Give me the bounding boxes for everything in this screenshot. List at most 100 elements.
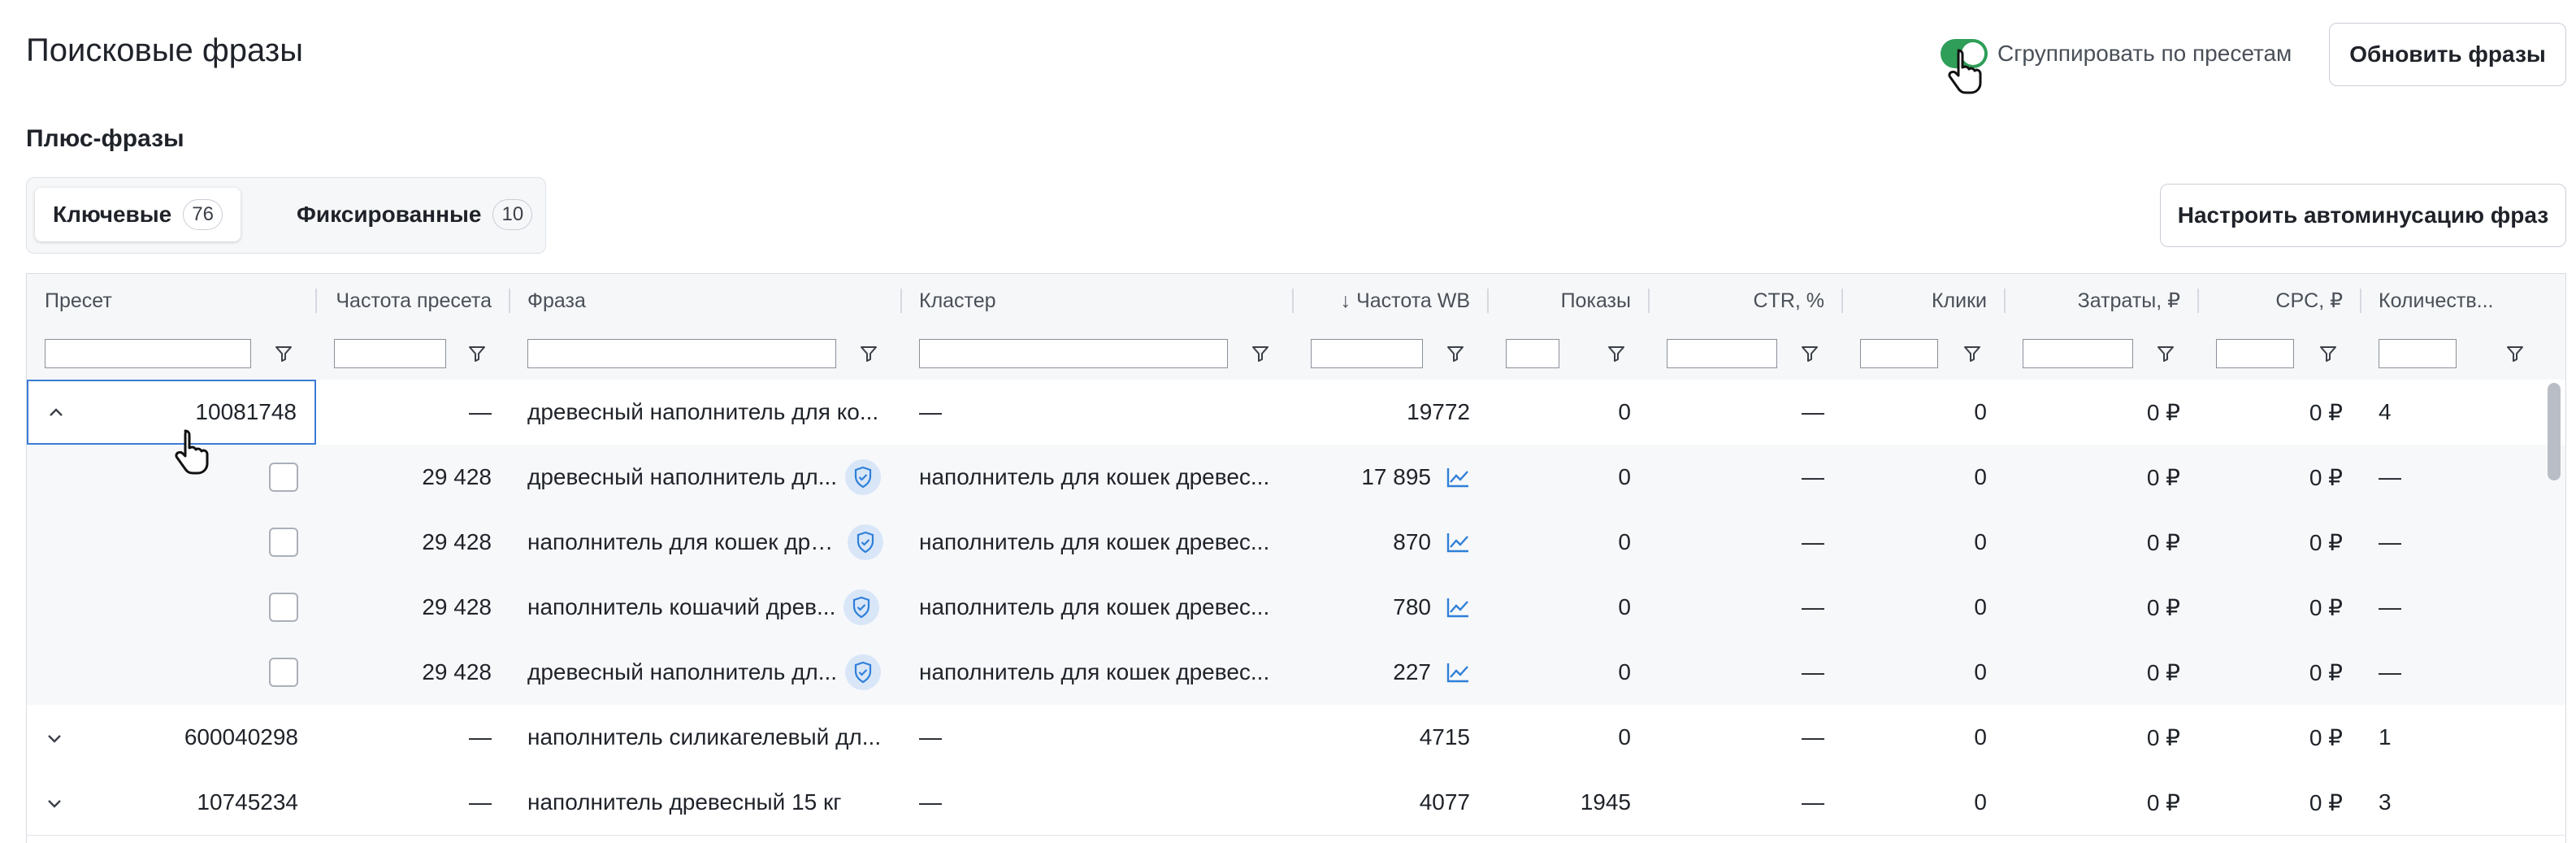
- filter-funnel-icon[interactable]: [2156, 344, 2175, 363]
- column-header-phrase[interactable]: Фраза: [510, 274, 901, 328]
- preset-id: 10081748: [195, 399, 297, 424]
- cell-cpc: 0 ₽: [2198, 705, 2361, 770]
- refresh-phrases-button[interactable]: Обновить фразы: [2329, 23, 2566, 86]
- column-separator[interactable]: [2004, 289, 2006, 313]
- cell-text: —: [1802, 529, 1824, 554]
- table-row[interactable]: 600040298 — наполнитель силикагелевый дл..…: [27, 705, 2565, 771]
- cell-cost: 0 ₽: [2005, 510, 2198, 575]
- column-separator[interactable]: [1292, 289, 1294, 313]
- filter-funnel-icon[interactable]: [2318, 344, 2338, 363]
- filter-funnel-icon[interactable]: [1962, 344, 1982, 363]
- row-checkbox[interactable]: [269, 593, 298, 622]
- cell-text: —: [1802, 594, 1824, 619]
- column-separator[interactable]: [509, 289, 510, 313]
- trend-chart-icon[interactable]: [1446, 596, 1470, 619]
- cell-phrase: древесный наполнитель дл...: [510, 640, 901, 705]
- vertical-scrollbar[interactable]: [2548, 383, 2561, 480]
- column-separator[interactable]: [1841, 289, 1843, 313]
- column-separator[interactable]: [2360, 289, 2361, 313]
- tab-fixed[interactable]: Фиксированные 10: [279, 188, 550, 241]
- table-row[interactable]: 29 428 наполнитель для кошек дре... наполн…: [27, 510, 2565, 576]
- phrases-table: Пресет Частота пресета Фраза Кластер ↓ Часто…: [26, 273, 2566, 843]
- table-row[interactable]: 10081748 — древесный наполнитель для ко...…: [27, 380, 2565, 445]
- column-separator[interactable]: [315, 289, 317, 313]
- column-separator[interactable]: [1648, 289, 1650, 313]
- trend-chart-icon[interactable]: [1446, 661, 1470, 684]
- filter-funnel-icon[interactable]: [2505, 344, 2525, 363]
- column-separator[interactable]: [1487, 289, 1489, 313]
- filter-funnel-icon[interactable]: [274, 344, 293, 363]
- cell-phrase: наполнитель древесный 15 кг: [510, 770, 901, 835]
- filter-funnel-icon[interactable]: [859, 344, 878, 363]
- filter-input-cpc[interactable]: [2216, 339, 2294, 368]
- filter-row: [27, 328, 2565, 380]
- table-row[interactable]: 29 428 древесный наполнитель дл... наполни…: [27, 445, 2565, 511]
- cell-text: —: [469, 789, 492, 815]
- cell-text: —: [2379, 659, 2401, 684]
- filter-input-clicks[interactable]: [1860, 339, 1938, 368]
- column-header-wb_freq[interactable]: ↓ Частота WB: [1293, 274, 1488, 328]
- cell-wb_freq: 19772: [1293, 380, 1488, 445]
- filter-input-wb_freq[interactable]: [1311, 339, 1423, 368]
- cell-text: 0: [1974, 399, 1987, 424]
- cell-text: 0 ₽: [2309, 464, 2343, 490]
- table-row[interactable]: 10745234 — наполнитель древесный 15 кг — 407…: [27, 770, 2565, 836]
- cell-preset_freq: 29 428: [316, 575, 510, 640]
- filter-input-cost[interactable]: [2023, 339, 2133, 368]
- cell-cost: 0 ₽: [2005, 445, 2198, 510]
- filter-input-phrase[interactable]: [527, 339, 836, 368]
- column-separator[interactable]: [900, 289, 902, 313]
- row-checkbox[interactable]: [269, 463, 298, 492]
- filter-funnel-icon[interactable]: [1251, 344, 1270, 363]
- filter-funnel-icon[interactable]: [1800, 344, 1819, 363]
- tab-keywords[interactable]: Ключевые 76: [35, 188, 241, 241]
- table-row[interactable]: 29 428 наполнитель кошачий древ... наполни…: [27, 575, 2565, 641]
- column-header-ctr[interactable]: CTR, %: [1649, 274, 1842, 328]
- filter-input-views[interactable]: [1506, 339, 1559, 368]
- cell-cluster: —: [901, 380, 1293, 445]
- column-header-views[interactable]: Показы: [1488, 274, 1649, 328]
- column-separator[interactable]: [2197, 289, 2199, 313]
- column-header-preset[interactable]: Пресет: [27, 274, 316, 328]
- chevron-up-icon[interactable]: [46, 402, 66, 422]
- column-header-clicks[interactable]: Клики: [1842, 274, 2005, 328]
- chevron-down-icon[interactable]: [45, 793, 64, 812]
- trend-chart-icon[interactable]: [1446, 531, 1470, 554]
- filter-funnel-icon[interactable]: [467, 344, 487, 363]
- filter-input-ctr[interactable]: [1667, 339, 1777, 368]
- row-checkbox[interactable]: [269, 658, 298, 687]
- column-header-cpc[interactable]: CPC, ₽: [2198, 274, 2361, 328]
- chevron-down-icon[interactable]: [45, 728, 64, 747]
- filter-input-count[interactable]: [2379, 339, 2457, 368]
- group-by-preset-control[interactable]: Сгруппировать по пресетам: [1941, 39, 2292, 68]
- cell-text: 0: [1974, 659, 1987, 684]
- table-row[interactable]: 29 428 древесный наполнитель дл... наполни…: [27, 640, 2565, 706]
- trend-chart-icon[interactable]: [1446, 466, 1470, 489]
- cell-wb_freq: 4077: [1293, 770, 1488, 835]
- cell-clicks: 0: [1842, 510, 2005, 575]
- filter-funnel-icon[interactable]: [1607, 344, 1626, 363]
- column-header-preset_freq[interactable]: Частота пресета: [316, 274, 510, 328]
- column-header-cluster[interactable]: Кластер: [901, 274, 1293, 328]
- cell-preset: 10081748: [27, 380, 316, 445]
- cell-text: 0 ₽: [2146, 659, 2180, 685]
- cell-preset_freq: 29 428: [316, 510, 510, 575]
- cell-text: 0 ₽: [2309, 789, 2343, 815]
- cell-views: 0: [1488, 510, 1649, 575]
- filter-input-preset_freq[interactable]: [334, 339, 446, 368]
- cell-wb_freq: 227: [1293, 640, 1488, 705]
- filter-input-preset[interactable]: [45, 339, 251, 368]
- column-header-count[interactable]: Количеств...: [2361, 274, 2548, 328]
- filter-funnel-icon[interactable]: [1446, 344, 1465, 363]
- cell-phrase: наполнитель для кошек дре...: [510, 510, 901, 575]
- configure-autominus-button[interactable]: Настроить автоминусацию фраз: [2160, 184, 2566, 247]
- filter-input-cluster[interactable]: [919, 339, 1228, 368]
- cell-text: —: [2379, 529, 2401, 554]
- cell-ctr: —: [1649, 770, 1842, 835]
- cell-text: 1: [2379, 724, 2392, 750]
- shield-check-icon: [843, 589, 880, 625]
- cell-text: 0: [1618, 464, 1631, 489]
- column-header-cost[interactable]: Затраты, ₽: [2005, 274, 2198, 328]
- cell-text: 19772: [1407, 399, 1470, 424]
- row-checkbox[interactable]: [269, 528, 298, 557]
